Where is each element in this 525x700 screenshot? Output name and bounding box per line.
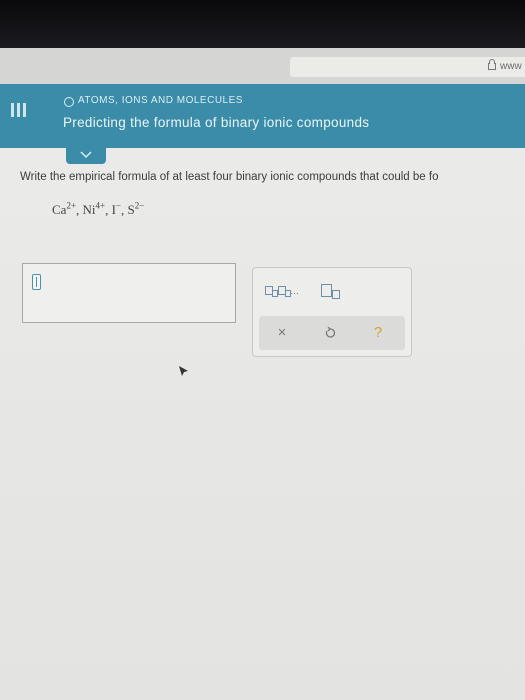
lock-icon <box>488 59 496 70</box>
palette-actions: × ? <box>259 316 405 350</box>
app-header: ATOMS, IONS AND MOLECULES Predicting the… <box>0 84 525 148</box>
menu-icon[interactable] <box>8 100 28 120</box>
clear-button[interactable]: × <box>269 321 295 345</box>
text-cursor-icon <box>32 274 41 290</box>
subscript-button[interactable] <box>321 284 345 300</box>
ion: Ca2+ <box>52 201 77 218</box>
chevron-down-icon <box>80 151 92 159</box>
palette-tools: … <box>253 268 411 314</box>
pointer-icon <box>179 366 188 376</box>
ion: S2− <box>127 201 145 218</box>
page-title: Predicting the formula of binary ionic c… <box>63 115 370 130</box>
topic-status-icon <box>64 97 74 107</box>
answer-input[interactable] <box>22 263 236 323</box>
collapse-header-button[interactable] <box>66 148 106 164</box>
topic-label: ATOMS, IONS AND MOLECULES <box>78 95 243 106</box>
url-text: www <box>500 61 522 72</box>
screen: www ATOMS, IONS AND MOLECULES Predicting… <box>0 48 525 700</box>
formula-palette: … × ? <box>252 267 412 357</box>
monitor-bezel <box>0 0 525 52</box>
browser-bar: www <box>0 48 525 84</box>
ion: I− <box>111 201 122 218</box>
question-prompt: Write the empirical formula of at least … <box>20 171 439 183</box>
ion: Ni4+ <box>82 201 106 218</box>
undo-button[interactable] <box>317 321 343 345</box>
help-button[interactable]: ? <box>365 321 391 345</box>
address-bar[interactable]: www <box>290 57 525 77</box>
undo-icon <box>325 326 336 338</box>
multi-subscript-button[interactable]: … <box>265 284 299 298</box>
ion-list: Ca2+, Ni4+, I−, S2− <box>52 201 145 218</box>
